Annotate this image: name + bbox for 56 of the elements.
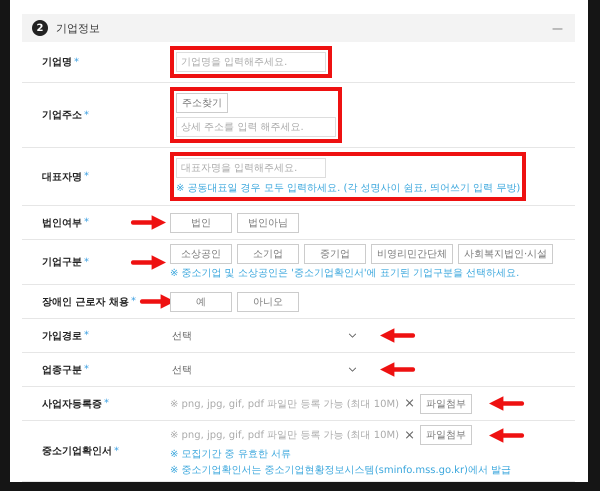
annotation-arrow [488,428,525,442]
option-button[interactable]: 법인 [170,212,232,232]
field-label: 기업구분 [42,256,82,269]
option-button[interactable]: 예 [170,292,232,312]
section-title: 기업정보 [56,20,101,36]
annotation-arrow [130,254,166,270]
annotation-arrow [130,215,166,230]
required-mark: * [84,110,89,120]
remove-file-button[interactable]: × [404,428,415,442]
input-field[interactable]: 기업명을 입력해주세요. [176,52,326,72]
input-field[interactable]: 상세 주소를 입력 해주세요. [176,117,336,137]
option-button[interactable]: 비영리민간단체 [371,244,453,264]
required-mark: * [104,398,109,409]
required-mark: * [74,56,79,68]
field-label: 기업명 [42,56,72,69]
chevron-down-icon [348,333,357,338]
required-mark: * [84,217,89,228]
required-mark: * [84,330,89,341]
option-button[interactable]: 법인아님 [237,212,299,232]
chevron-down-icon [348,367,357,372]
attach-file-button[interactable]: 파일첨부 [420,394,472,414]
option-button[interactable]: 소상공인 [170,244,232,264]
required-mark: * [84,364,89,375]
required-mark: * [130,296,136,307]
option-button[interactable]: 아니오 [237,292,299,312]
input-field[interactable]: 대표자명을 입력해주세요. [176,158,326,178]
help-note: ※ 중소기업확인서는 중소기업현황정보시스템(sminfo.mss.go.kr)에서 발급 [170,464,512,477]
required-mark: * [114,446,119,456]
field-label: 대표자명 [42,170,82,184]
field-label: 중소기업확인서 [42,445,112,458]
field-label: 업종구분 [42,364,82,376]
attach-file-button[interactable]: 파일첨부 [420,425,472,445]
field-label: 법인여부 [42,216,82,230]
address-search-button[interactable]: 주소찾기 [176,93,228,113]
annotation-arrow [380,362,416,377]
help-note: ※ 중소기업 및 소상공인은 '중소기업확인서'에 표기된 기업구분을 선택하세요. [170,267,520,280]
field-label: 가입경로 [42,330,82,342]
option-button[interactable]: 소기업 [237,244,299,264]
file-hint: ※ png, jpg, gif, pdf 파일만 등록 가능 (최대 10M) [170,429,400,442]
file-hint: ※ png, jpg, gif, pdf 파일만 등록 가능 (최대 10M) [170,398,400,410]
remove-file-button[interactable]: × [404,397,415,410]
step-number: 2 [32,20,48,36]
field-label: 장애인 근로자 채용 [42,296,129,308]
required-mark: * [84,171,89,182]
help-note: ※ 공동대표일 경우 모두 입력하세요. (각 성명사이 쉼표, 띄어쓰기 입력 무방) [176,182,520,195]
help-note: ※ 모집기간 중 유효한 서류 [170,448,292,461]
option-button[interactable]: 사회복지법인·시설 [458,244,554,264]
field-label: 사업자등록증 [42,398,102,410]
field-label: 기업주소 [42,109,82,122]
select-field[interactable]: 선택 [170,326,363,346]
annotation-arrow [488,396,525,411]
option-button[interactable]: 중기업 [304,244,366,264]
required-mark: * [84,256,89,268]
select-field[interactable]: 선택 [170,360,363,380]
collapse-button[interactable]: — [552,22,563,34]
annotation-arrow [380,328,416,343]
